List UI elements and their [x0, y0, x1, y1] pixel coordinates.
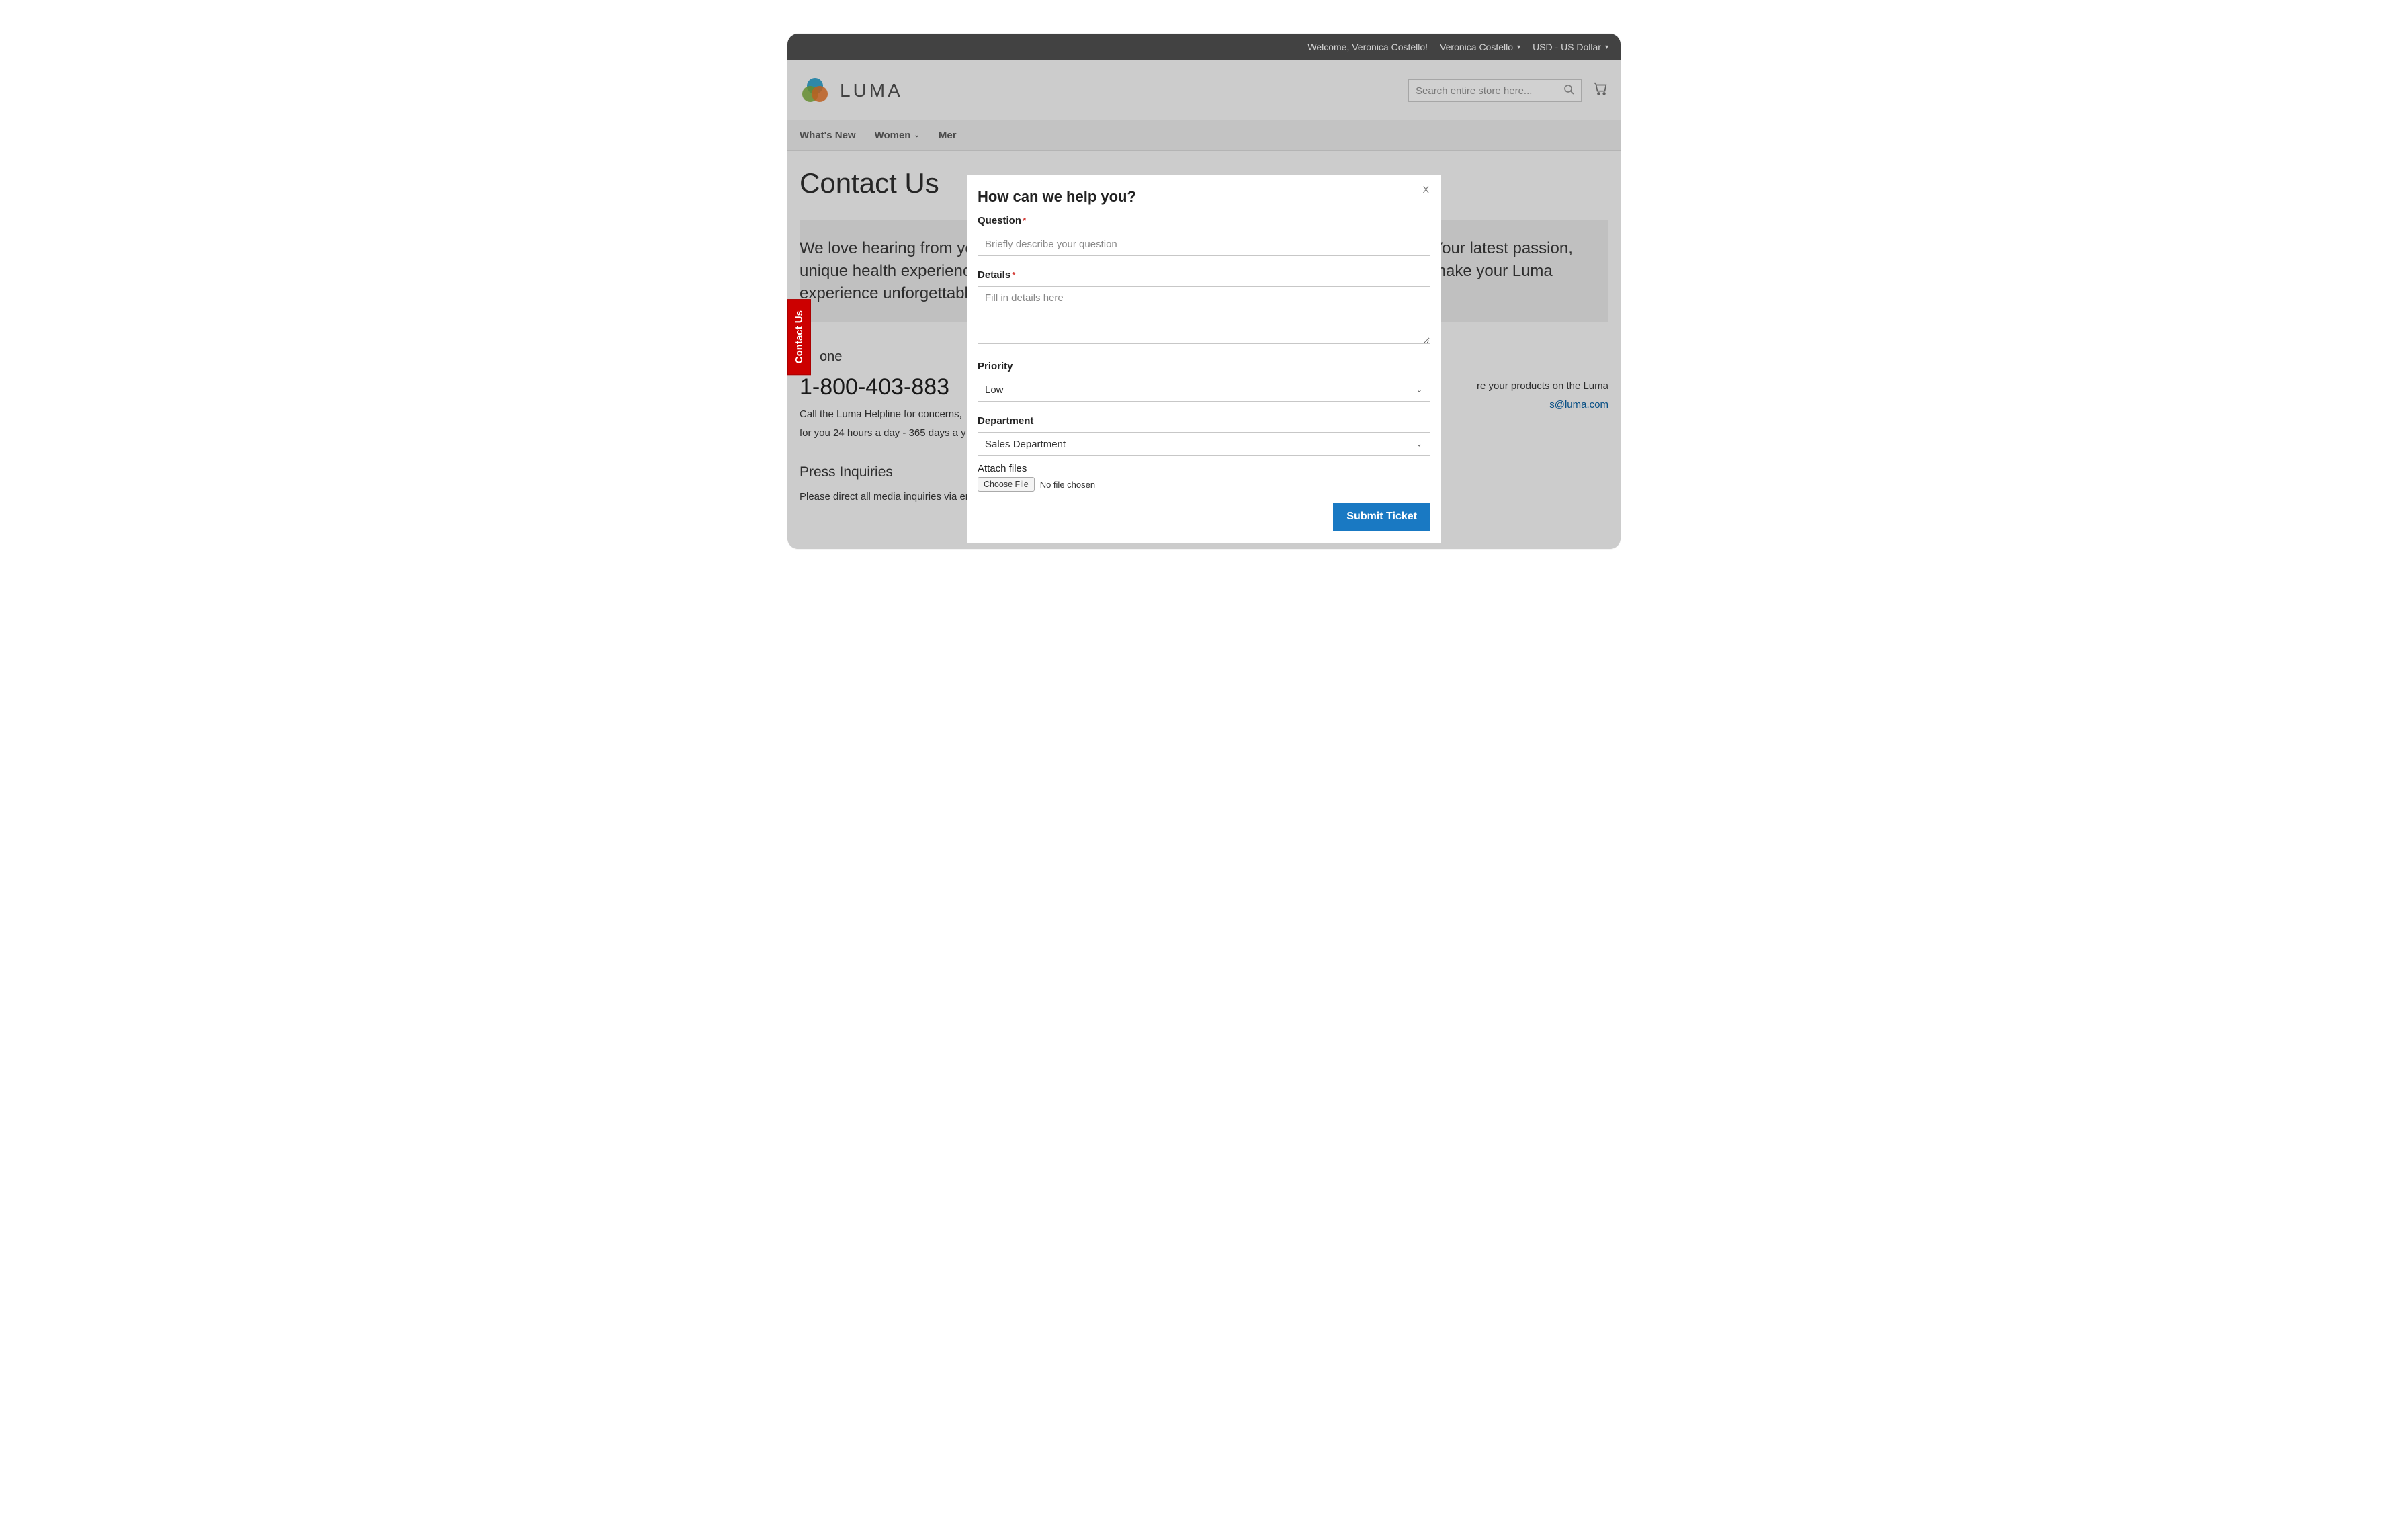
question-input[interactable]	[978, 232, 1430, 256]
chevron-down-icon: ⌄	[914, 132, 919, 139]
details-textarea[interactable]	[978, 286, 1430, 344]
modal-close-button[interactable]: X	[1423, 184, 1429, 195]
logo-text: LUMA	[840, 80, 903, 101]
nav-women[interactable]: Women ⌄	[875, 120, 920, 150]
nav-men[interactable]: Mer	[939, 120, 957, 150]
search-icon[interactable]	[1563, 84, 1574, 98]
nav-whats-new[interactable]: What's New	[800, 120, 856, 150]
details-label: Details*	[978, 269, 1430, 281]
attach-files-label: Attach files	[978, 463, 1430, 474]
search-input[interactable]	[1416, 85, 1563, 97]
priority-label: Priority	[978, 361, 1430, 372]
chevron-down-icon: ▾	[1517, 44, 1520, 51]
luma-logo-icon	[800, 75, 830, 106]
currency-label: USD - US Dollar	[1533, 42, 1601, 52]
help-modal: X How can we help you? Question* Details…	[967, 175, 1441, 543]
department-label: Department	[978, 415, 1430, 427]
header-main: LUMA	[787, 60, 1621, 120]
choose-file-button[interactable]: Choose File	[978, 477, 1035, 492]
currency-dropdown[interactable]: USD - US Dollar ▾	[1533, 42, 1608, 52]
modal-title: How can we help you?	[978, 188, 1430, 206]
priority-select[interactable]: Low	[978, 378, 1430, 402]
account-dropdown[interactable]: Veronica Costello ▾	[1440, 42, 1520, 52]
cart-icon[interactable]	[1594, 81, 1608, 100]
contact-us-side-tab[interactable]: Contact Us	[787, 299, 811, 375]
submit-ticket-button[interactable]: Submit Ticket	[1333, 503, 1430, 531]
logo[interactable]: LUMA	[800, 75, 903, 106]
chevron-down-icon: ▾	[1605, 44, 1608, 51]
welcome-message: Welcome, Veronica Costello!	[1307, 42, 1428, 52]
no-file-text: No file chosen	[1040, 480, 1095, 490]
search-box[interactable]	[1408, 79, 1582, 102]
department-select[interactable]: Sales Department	[978, 432, 1430, 456]
topbar-header: Welcome, Veronica Costello! Veronica Cos…	[787, 34, 1621, 60]
nav-women-label: Women	[875, 130, 911, 141]
apparel-email-link[interactable]: s@luma.com	[1549, 399, 1608, 410]
question-label: Question*	[978, 215, 1430, 226]
main-nav: What's New Women ⌄ Mer	[787, 120, 1621, 151]
account-name: Veronica Costello	[1440, 42, 1513, 52]
